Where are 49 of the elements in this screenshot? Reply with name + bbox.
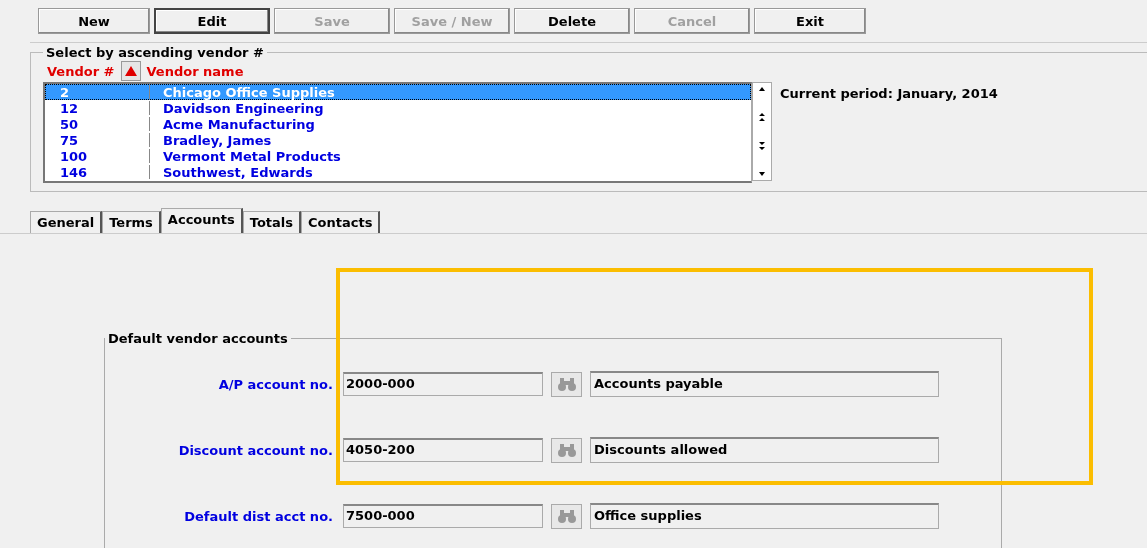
page-down-icon[interactable]	[757, 139, 767, 152]
list-row[interactable]: 146 Southwest, Edwards	[45, 164, 751, 180]
page-up-icon[interactable]	[757, 111, 767, 124]
field-label: Discount account no.	[177, 442, 334, 458]
vendor-number: 100	[46, 149, 150, 163]
list-row[interactable]: 100 Vermont Metal Products	[45, 148, 751, 164]
binoculars-icon	[556, 509, 577, 523]
toolbar-button[interactable]: Delete	[514, 8, 630, 34]
account-description: Office supplies	[590, 503, 939, 529]
vendor-number: 2	[46, 85, 150, 99]
vendor-number: 12	[46, 101, 150, 115]
current-period: Current period: January, 2014	[780, 86, 998, 101]
group-title: Default vendor accounts	[107, 331, 289, 346]
account-field[interactable]: 2000-000	[343, 372, 543, 396]
account-field[interactable]: 4050-200	[343, 438, 543, 462]
vendor-name: Vermont Metal Products	[162, 149, 341, 163]
vendor-name: Chicago Office Supplies	[162, 85, 335, 99]
field-label: A/P account no.	[217, 376, 334, 392]
binoculars-icon	[556, 377, 577, 391]
toolbar-button[interactable]: Edit	[154, 8, 270, 34]
vendor-name: Southwest, Edwards	[162, 165, 313, 179]
scrollbar[interactable]	[752, 82, 772, 181]
vendor-number: 146	[46, 165, 150, 179]
vendor-name: Bradley, James	[162, 133, 272, 147]
vendor-name: Acme Manufacturing	[162, 117, 315, 131]
binoculars-icon	[556, 443, 577, 457]
list-row[interactable]: 50 Acme Manufacturing	[45, 116, 751, 132]
account-description: Accounts payable	[590, 371, 939, 397]
tab[interactable]: Terms	[102, 211, 161, 233]
vendor-number: 50	[46, 117, 150, 131]
tab[interactable]: Totals	[242, 211, 301, 233]
vendor-name: Davidson Engineering	[162, 101, 324, 115]
column-header[interactable]: Vendor #	[47, 63, 115, 79]
list-row[interactable]: 75 Bradley, James	[45, 132, 751, 148]
field-label: Default dist acct no.	[183, 508, 334, 524]
account-field[interactable]: 7500-000	[343, 504, 543, 528]
toolbar-button[interactable]: Exit	[754, 8, 866, 34]
group-title: Select by ascending vendor #	[45, 45, 265, 60]
tab[interactable]: General	[30, 211, 103, 233]
tab[interactable]: Accounts	[160, 208, 243, 233]
vendor-list[interactable]: 2 Chicago Office Supplies 12 Davidson Engineering 50 Acme Manufacturing 75 Bradley, James 100 Vermont Metal Products 146 Southwest, Edwards	[43, 82, 752, 183]
toolbar-button[interactable]: New	[38, 8, 150, 34]
vendor-number: 75	[46, 133, 150, 147]
tab[interactable]: Contacts	[301, 211, 381, 233]
sort-button[interactable]	[120, 61, 141, 81]
column-header[interactable]: Vendor name	[146, 63, 244, 79]
account-description: Discounts allowed	[590, 437, 939, 463]
list-row[interactable]: 12 Davidson Engineering	[45, 100, 751, 116]
sort-up-icon	[124, 66, 137, 76]
